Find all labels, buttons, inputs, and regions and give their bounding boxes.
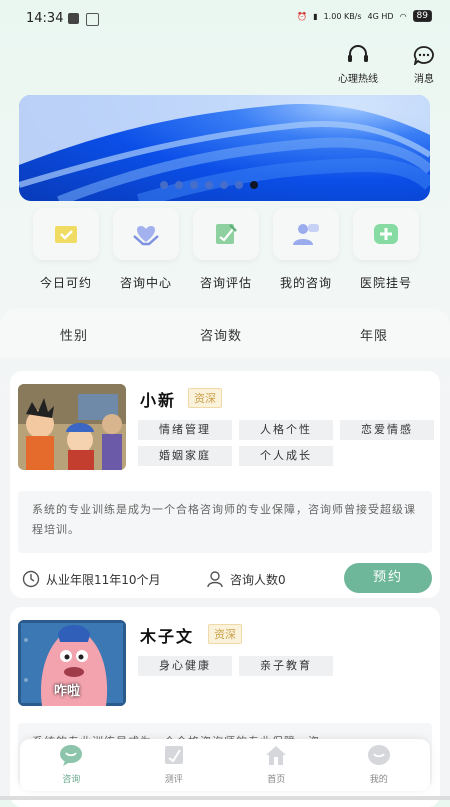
tag: 婚姻家庭 [138, 446, 232, 466]
tag: 身心健康 [138, 656, 232, 676]
filter-gender[interactable]: 性别 [60, 325, 88, 344]
battery-indicator: 89 [412, 10, 432, 22]
menu-today-available[interactable]: 今日可约 [28, 208, 104, 291]
nav-home[interactable]: 首页 [225, 739, 328, 791]
banner-dots [160, 181, 258, 189]
menu-label: 咨询中心 [119, 276, 172, 290]
consult-count-info: 咨询人数0 [206, 570, 286, 588]
nav-consult[interactable]: 咨询 [20, 739, 123, 791]
menu-my-consult[interactable]: 我的咨询 [268, 208, 344, 291]
tag: 恋爱情感 [340, 420, 434, 440]
profile-icon [367, 745, 390, 765]
nav-label: 咨询 [62, 775, 81, 785]
heart-hands-icon [133, 226, 159, 246]
message-icon [413, 46, 434, 67]
menu-label: 我的咨询 [279, 276, 332, 290]
counselor-description: 系统的专业训练是成为一个合格咨询师的专业保障，咨询师曾接受超级课程培训。 [18, 491, 432, 553]
book-button[interactable]: 预约 [344, 563, 432, 593]
menu-hospital-register[interactable]: 医院挂号 [348, 208, 424, 291]
status-time: 14:34 [26, 11, 64, 26]
carousel-dot-active[interactable] [250, 181, 258, 189]
menu-label: 咨询评估 [199, 276, 252, 290]
counselor-name: 木子文 [140, 627, 195, 646]
menu-label: 今日可约 [39, 276, 92, 290]
nav-mine[interactable]: 我的 [328, 739, 431, 791]
avatar-caption: 咋啦 [54, 684, 81, 699]
experience-info: 从业年限11年10个月 [22, 570, 161, 588]
tag: 人格个性 [239, 420, 333, 440]
description-text: 系统的专业训练是成为一个合格咨询师的专业保障，咨询师曾接受超级课程培训。 [32, 503, 416, 536]
tag: 个人成长 [239, 446, 333, 466]
clock-icon [22, 570, 40, 588]
menu-label: 医院挂号 [359, 276, 412, 290]
consult-count-text: 咨询人数0 [230, 572, 286, 587]
bottom-nav: 咨询 测评 首页 我的 [20, 739, 430, 791]
chat-bubble-icon [60, 745, 83, 766]
test-icon [164, 746, 183, 764]
edit-doc-icon [216, 224, 237, 244]
hotline-label: 心理热线 [338, 74, 378, 85]
nav-label: 首页 [267, 775, 286, 785]
home-indicator [0, 796, 450, 800]
user-icon [207, 571, 223, 588]
avatar [18, 384, 126, 470]
status-bar: 14:34 ⏰ ▮ 1.00 KB/s 4G HD ◠ 89 [0, 0, 450, 38]
user-chat-icon [293, 224, 319, 245]
nav-label: 测评 [164, 775, 183, 785]
headset-icon [348, 45, 368, 62]
carousel-dot[interactable] [190, 181, 198, 189]
wifi-icon: ◠ [399, 11, 407, 21]
speed-text: 1.00 KB/s [323, 11, 362, 21]
filter-bar: 性别 咨询数 年限 [0, 308, 450, 358]
nav-test[interactable]: 测评 [123, 739, 226, 791]
carousel-dot[interactable] [175, 181, 183, 189]
notification-icon [68, 13, 79, 24]
carousel-dot[interactable] [205, 181, 213, 189]
home-icon [266, 746, 287, 765]
alarm-icon: ⏰ [297, 11, 308, 21]
counselor-name: 小新 [140, 391, 177, 410]
experience-text: 从业年限11年10个月 [46, 572, 161, 587]
filter-consult-count[interactable]: 咨询数 [200, 325, 242, 344]
carousel-dot[interactable] [160, 181, 168, 189]
counselor-card[interactable]: 小新 资深 情绪管理 人格个性 恋爱情感 婚姻家庭 个人成长 系统的专业训练是成… [10, 371, 440, 598]
medical-cross-icon [374, 224, 398, 244]
status-icons: ⏰ ▮ 1.00 KB/s 4G HD ◠ 89 [297, 10, 432, 22]
notification-icon [86, 13, 99, 26]
level-badge: 资深 [208, 624, 242, 644]
nav-label: 我的 [369, 775, 388, 785]
hotline-button[interactable]: 心理热线 [338, 45, 378, 85]
menu-assessment[interactable]: 咨询评估 [188, 208, 264, 291]
vibrate-icon: ▮ [313, 11, 318, 21]
tag: 情绪管理 [138, 420, 232, 440]
calendar-check-icon [55, 226, 77, 243]
avatar: 咋啦 [18, 620, 126, 706]
filter-years[interactable]: 年限 [360, 325, 388, 344]
tag: 亲子教育 [239, 656, 333, 676]
carousel-dot[interactable] [220, 181, 228, 189]
message-label: 消息 [414, 74, 434, 85]
carousel-dot[interactable] [235, 181, 243, 189]
network-text: 4G HD [367, 11, 394, 21]
level-badge: 资深 [188, 388, 222, 408]
menu-consult-center[interactable]: 咨询中心 [108, 208, 184, 291]
message-button[interactable]: 消息 [412, 45, 436, 85]
